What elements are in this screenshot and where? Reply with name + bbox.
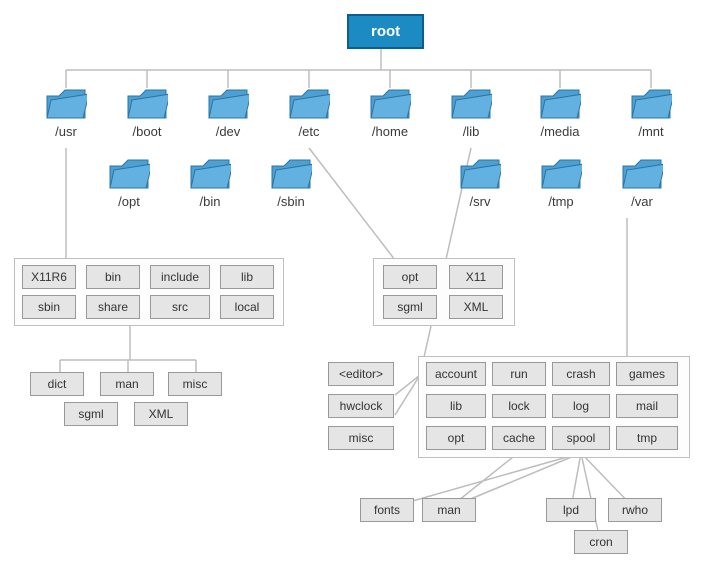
folder-icon xyxy=(288,88,330,122)
folder-icon xyxy=(450,88,492,122)
share-child: misc xyxy=(168,372,222,396)
var-child-spool: spool xyxy=(552,426,610,450)
etc-child: sgml xyxy=(383,295,437,319)
lib-child: <editor> xyxy=(328,362,394,386)
dir-label: /tmp xyxy=(526,194,596,209)
dir-sbin: /sbin xyxy=(256,158,326,209)
dir-label: /home xyxy=(355,124,425,139)
etc-child: XML xyxy=(449,295,503,319)
dir-var: /var xyxy=(607,158,677,209)
dir-label: /media xyxy=(525,124,595,139)
folder-icon xyxy=(369,88,411,122)
lib-child: misc xyxy=(328,426,394,450)
folder-icon xyxy=(108,158,150,192)
dir-label: /boot xyxy=(112,124,182,139)
lib-child: hwclock xyxy=(328,394,394,418)
dir-home: /home xyxy=(355,88,425,139)
folder-icon xyxy=(126,88,168,122)
dir-srv: /srv xyxy=(445,158,515,209)
var-child: account xyxy=(426,362,486,386)
filesystem-tree-diagram: { "root": { "label": "root" }, "dirs_row… xyxy=(0,0,715,569)
share-child: man xyxy=(100,372,154,396)
usr-child: lib xyxy=(220,265,274,289)
usr-child: sbin xyxy=(22,295,76,319)
usr-child: include xyxy=(150,265,210,289)
dir-dev: /dev xyxy=(193,88,263,139)
folder-icon xyxy=(45,88,87,122)
spool-child: rwho xyxy=(608,498,662,522)
root-label: root xyxy=(371,23,400,40)
folder-icon xyxy=(270,158,312,192)
dir-opt: /opt xyxy=(94,158,164,209)
spool-child: man xyxy=(422,498,476,522)
dir-label: /opt xyxy=(94,194,164,209)
dir-lib: /lib xyxy=(436,88,506,139)
dir-tmp: /tmp xyxy=(526,158,596,209)
etc-child: X11 xyxy=(449,265,503,289)
var-child-cache: cache xyxy=(492,426,546,450)
var-child: opt xyxy=(426,426,486,450)
dir-label: /etc xyxy=(274,124,344,139)
etc-child: opt xyxy=(383,265,437,289)
usr-child-share: share xyxy=(86,295,140,319)
folder-icon xyxy=(621,158,663,192)
dir-mnt: /mnt xyxy=(616,88,686,139)
dir-media: /media xyxy=(525,88,595,139)
usr-child: bin xyxy=(86,265,140,289)
folder-icon xyxy=(207,88,249,122)
usr-child: src xyxy=(150,295,210,319)
folder-icon xyxy=(539,88,581,122)
share-child: dict xyxy=(30,372,84,396)
spool-child: lpd xyxy=(546,498,596,522)
dir-boot: /boot xyxy=(112,88,182,139)
var-child: crash xyxy=(552,362,610,386)
var-child: lock xyxy=(492,394,546,418)
usr-child: X11R6 xyxy=(22,265,76,289)
spool-child: fonts xyxy=(360,498,414,522)
usr-child: local xyxy=(220,295,274,319)
folder-icon xyxy=(630,88,672,122)
var-child: mail xyxy=(616,394,678,418)
dir-label: /usr xyxy=(31,124,101,139)
var-child: lib xyxy=(426,394,486,418)
dir-label: /mnt xyxy=(616,124,686,139)
dir-usr: /usr xyxy=(31,88,101,139)
dir-etc: /etc xyxy=(274,88,344,139)
dir-label: /bin xyxy=(175,194,245,209)
share-child: XML xyxy=(134,402,188,426)
folder-icon xyxy=(540,158,582,192)
dir-label: /sbin xyxy=(256,194,326,209)
dir-label: /srv xyxy=(445,194,515,209)
var-child: tmp xyxy=(616,426,678,450)
root-node: root xyxy=(347,14,424,49)
folder-icon xyxy=(189,158,231,192)
folder-icon xyxy=(459,158,501,192)
var-child: run xyxy=(492,362,546,386)
var-child: log xyxy=(552,394,610,418)
dir-bin: /bin xyxy=(175,158,245,209)
var-child: games xyxy=(616,362,678,386)
dir-label: /dev xyxy=(193,124,263,139)
share-child: sgml xyxy=(64,402,118,426)
spool-child: cron xyxy=(574,530,628,554)
dir-label: /var xyxy=(607,194,677,209)
dir-label: /lib xyxy=(436,124,506,139)
